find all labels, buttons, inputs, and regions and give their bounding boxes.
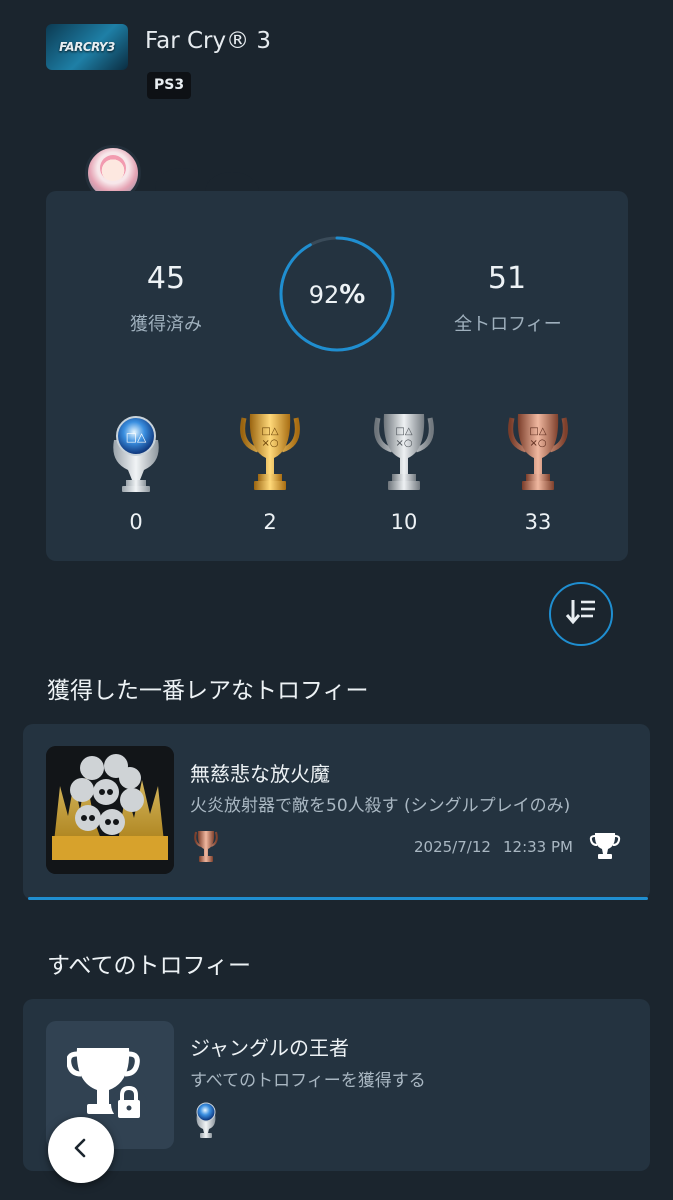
progress-number: 92 [308, 281, 340, 309]
game-thumbnail-logo: FARCRY3 [59, 40, 115, 54]
platinum-trophy-icon: □△ [104, 410, 168, 494]
game-title: Far Cry® 3 [145, 28, 272, 54]
earned-time: 12:33 PM [503, 838, 573, 856]
total-label: 全トロフィー [454, 314, 562, 335]
platinum-count: 0 [129, 510, 143, 534]
svg-text:□△: □△ [395, 426, 412, 437]
gold-count: 2 [263, 510, 277, 534]
svg-text:×○: ×○ [529, 438, 546, 449]
gold-trophy-icon: □△ ×○ [238, 410, 302, 494]
svg-text:□△: □△ [126, 430, 147, 444]
back-button[interactable] [48, 1117, 114, 1183]
progress-unit: % [339, 280, 366, 310]
svg-text:×○: ×○ [261, 438, 278, 449]
platinum-grade-icon [193, 1100, 219, 1140]
sort-descending-icon [565, 597, 597, 631]
trophy-artwork [46, 746, 174, 874]
svg-text:×○: ×○ [395, 438, 412, 449]
total-count: 51 [487, 261, 527, 296]
game-thumbnail[interactable]: FARCRY3 [46, 24, 128, 70]
trophy-description: すべてのトロフィーを獲得する [190, 1071, 426, 1091]
earned-label: 獲得済み [130, 314, 202, 335]
chevron-left-icon [69, 1136, 93, 1164]
svg-text:□△: □△ [261, 426, 278, 437]
progress-percent: 92% [279, 280, 395, 310]
avatar-image [100, 155, 126, 181]
bronze-count: 33 [524, 510, 552, 534]
earned-count: 45 [146, 261, 186, 296]
card-accent-bar [28, 897, 648, 900]
rarest-trophy-name: 無慈悲な放火魔 [190, 762, 330, 786]
svg-text:□△: □△ [529, 426, 546, 437]
trophy-icon [589, 830, 621, 862]
trophy-name: ジャングルの王者 [190, 1036, 349, 1060]
silver-count: 10 [390, 510, 418, 534]
earned-date: 2025/7/12 [414, 838, 491, 856]
bronze-grade-icon [193, 829, 219, 865]
all-trophies-heading: すべてのトロフィー [47, 953, 252, 979]
rarest-trophy-description: 火炎放射器で敵を50人殺す (シングルプレイのみ) [190, 796, 571, 816]
platform-badge: PS3 [147, 72, 192, 99]
sort-button[interactable] [549, 582, 613, 646]
silver-trophy-icon: □△ ×○ [372, 410, 436, 494]
bronze-trophy-icon: □△ ×○ [506, 410, 570, 494]
rarest-trophy-heading: 獲得した一番レアなトロフィー [47, 678, 369, 704]
